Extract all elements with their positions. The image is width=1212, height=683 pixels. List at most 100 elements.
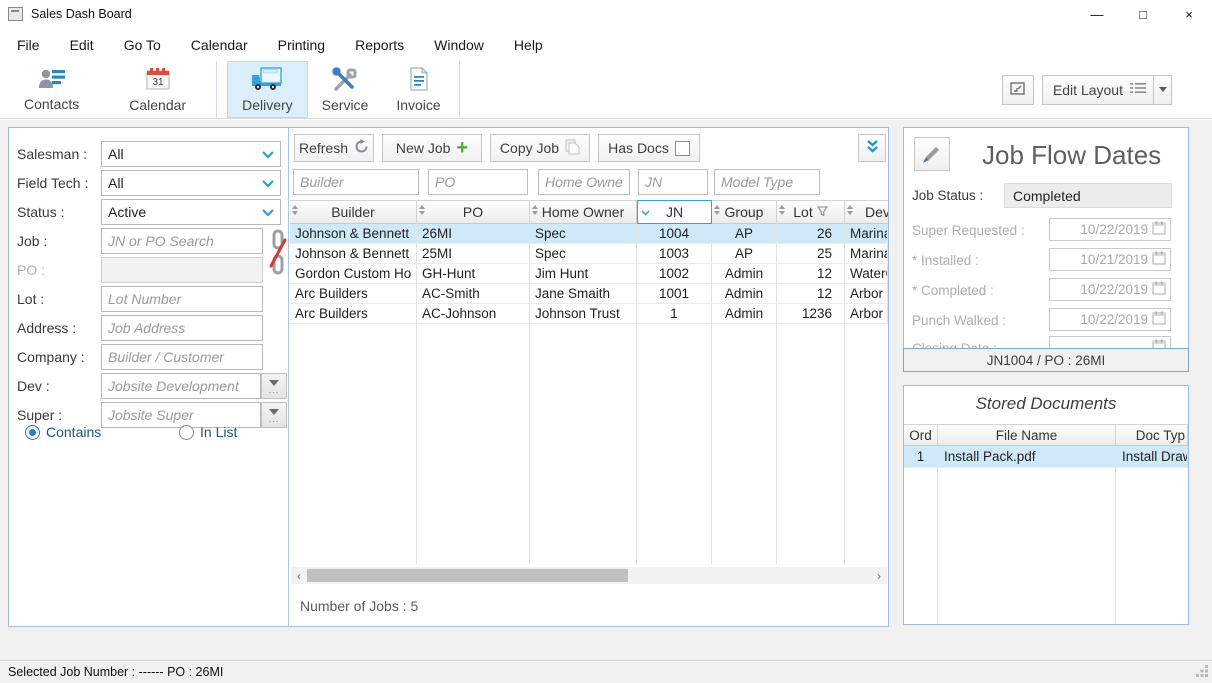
job-flow-dates-panel: Job Flow Dates Job Status : Completed Su… [903,127,1189,372]
menu-reports[interactable]: Reports [340,31,419,59]
refresh-button[interactable]: Refresh [294,134,374,162]
maximize-button[interactable]: □ [1120,0,1166,28]
invoice-button[interactable]: Invoice [382,61,454,118]
lot-search-input[interactable] [101,286,263,312]
document-row[interactable]: 1 Install Pack.pdf Install Draw [904,446,1188,468]
builder-filter-input[interactable] [293,169,419,195]
column-header-builder[interactable]: Builder [290,200,417,224]
calendar-small-icon[interactable] [1152,251,1166,268]
column-header-ord[interactable]: Ord [904,424,938,446]
address-search-input[interactable] [101,315,263,341]
minimize-button[interactable]: — [1074,0,1120,28]
stored-documents-panel: Stored Documents Ord File Name Doc Typ 1… [903,385,1189,625]
cell-po: 26MI [417,224,530,243]
completed-date-field[interactable]: 10/22/2019 [1049,278,1171,301]
column-header-label: Home Owner [542,204,624,220]
cell-home-owner: Johnson Trust [530,304,637,323]
po-filter-input[interactable] [428,169,528,195]
dev-search-input[interactable] [101,373,261,399]
menu-calendar[interactable]: Calendar [176,31,263,59]
toolbar-separator [459,61,460,118]
expand-window-button[interactable] [1002,75,1034,105]
field-tech-combobox[interactable] [101,170,281,196]
menu-help[interactable]: Help [499,31,558,59]
salesman-combobox[interactable] [101,141,281,167]
edit-layout-button[interactable]: Edit Layout [1042,75,1172,105]
new-job-button[interactable]: New Job + [382,134,482,162]
column-header-label: Lot [793,204,812,220]
field-tech-chevron-down-icon[interactable] [256,171,280,195]
table-row[interactable]: Arc Builders AC-Smith Jane Smaith 1001 A… [290,284,888,304]
scrollbar-track[interactable] [307,569,871,582]
menu-edit[interactable]: Edit [55,31,109,59]
menu-printing[interactable]: Printing [263,31,340,59]
close-button[interactable]: × [1166,0,1212,28]
scroll-right-icon[interactable]: › [871,569,887,583]
column-header-home-owner[interactable]: Home Owner [530,200,637,224]
menu-window[interactable]: Window [419,31,499,59]
column-header-label: Builder [331,204,375,220]
sort-icon [532,205,539,215]
table-row[interactable]: Gordon Custom Ho GH-Hunt Jim Hunt 1002 A… [290,264,888,284]
has-docs-checkbox[interactable] [675,141,690,156]
completed-label: * Completed : [912,283,994,298]
status-label: Status : [17,204,64,220]
window-title: Sales Dash Board [31,7,132,21]
job-status-value: Completed [1004,183,1172,208]
dev-dropdown-button[interactable]: ... [261,373,287,399]
installed-date-field[interactable]: 10/21/2019 [1049,248,1171,271]
calendar-small-icon[interactable] [1152,281,1166,298]
invoice-document-icon [409,67,429,94]
column-header-development[interactable]: Develo [845,200,888,224]
company-search-input[interactable] [101,344,263,370]
calendar-button[interactable]: 31 Calendar [115,61,200,118]
delivery-button[interactable]: Delivery [227,61,308,118]
salesman-label: Salesman : [17,146,87,162]
column-header-jn[interactable]: JN [637,200,712,224]
cell-builder: Gordon Custom Ho [290,264,417,283]
table-row[interactable]: Johnson & Bennett 26MI Spec 1004 AP 26 M… [290,224,888,244]
cell-builder: Arc Builders [290,284,417,303]
jn-filter-input[interactable] [638,169,708,195]
service-button[interactable]: Service [308,61,383,118]
contains-radio[interactable]: Contains [25,424,101,440]
horizontal-scrollbar[interactable]: ‹ › [291,567,887,584]
copy-icon [565,139,580,158]
plus-icon: + [456,141,468,155]
lot-label: Lot : [17,291,44,307]
home-owner-filter-input[interactable] [538,169,630,195]
in-list-radio[interactable]: In List [179,424,237,440]
job-search-input[interactable] [101,228,263,254]
scroll-left-icon[interactable]: ‹ [291,569,307,583]
calendar-small-icon[interactable] [1152,221,1166,238]
radio-dot-icon [179,425,194,440]
column-header-file-name[interactable]: File Name [938,424,1116,446]
table-row[interactable]: Arc Builders AC-Johnson Johnson Trust 1 … [290,304,888,324]
status-combobox[interactable] [101,199,281,225]
cell-lot: 12 [777,284,845,303]
menu-go-to[interactable]: Go To [109,31,176,59]
edit-dates-button[interactable] [914,137,950,171]
contacts-button[interactable]: Contacts [10,61,93,118]
status-chevron-down-icon[interactable] [256,200,280,224]
resize-grip-icon[interactable] [1196,664,1209,680]
column-header-lot[interactable]: Lot [777,200,845,224]
scrollbar-thumb[interactable] [307,569,628,582]
filter-funnel-icon[interactable] [817,204,828,220]
column-header-group[interactable]: Group [712,200,777,224]
menu-file[interactable]: File [2,31,55,59]
column-header-doc-type[interactable]: Doc Typ [1116,424,1188,446]
punch-walked-date-field[interactable]: 10/22/2019 [1049,308,1171,331]
has-docs-button[interactable]: Has Docs [598,134,700,162]
broken-link-icon[interactable] [269,228,287,283]
edit-layout-dropdown[interactable] [1153,76,1171,104]
table-row[interactable]: Johnson & Bennett 25MI Spec 1003 AP 25 M… [290,244,888,264]
salesman-chevron-down-icon[interactable] [256,142,280,166]
copy-job-button[interactable]: Copy Job [490,134,590,162]
expand-filters-button[interactable] [858,134,886,162]
model-type-filter-input[interactable] [714,169,820,195]
in-list-radio-label: In List [200,424,237,440]
super-requested-date-field[interactable]: 10/22/2019 [1049,218,1171,241]
calendar-small-icon[interactable] [1152,311,1166,328]
column-header-po[interactable]: PO [417,200,530,224]
